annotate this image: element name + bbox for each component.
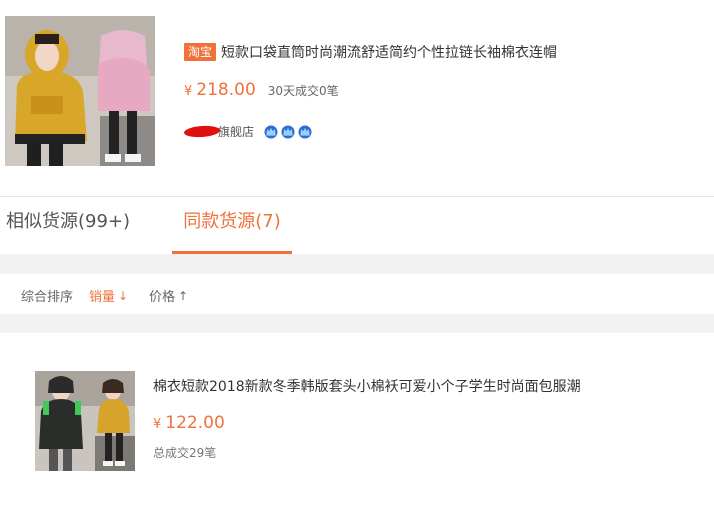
sort-sales-label: 销量 bbox=[89, 290, 116, 305]
section-divider bbox=[0, 314, 714, 333]
redaction-mark bbox=[183, 124, 221, 138]
sort-comprehensive[interactable]: 综合排序 bbox=[21, 286, 73, 305]
crown-icon bbox=[281, 125, 295, 139]
shop-level-crowns bbox=[263, 123, 313, 139]
top-product-title-row: 淘宝 短款口袋直筒时尚潮流舒适简约个性拉链长袖棉衣连帽 bbox=[184, 42, 557, 62]
currency-symbol: ¥ bbox=[153, 417, 162, 432]
shop-name[interactable]: 旗舰店 bbox=[218, 123, 254, 140]
result-product-sales: 总成交29笔 bbox=[153, 446, 217, 460]
top-product-image[interactable] bbox=[5, 16, 155, 166]
section-divider bbox=[0, 254, 714, 274]
sort-by-price[interactable]: 价格 ↑ bbox=[149, 286, 189, 306]
arrow-down-icon: ↓ bbox=[118, 288, 129, 303]
result-product-image[interactable] bbox=[35, 371, 135, 471]
list-item[interactable]: 棉衣短款2018新款冬季韩版套头小棉袄可爱小个子学生时尚面包服潮 ¥122.00… bbox=[0, 333, 714, 513]
crown-icon bbox=[298, 125, 312, 139]
sort-bar: 综合排序 销量 ↓ 价格 ↑ bbox=[0, 274, 714, 314]
top-product-price: ¥218.00 bbox=[184, 80, 256, 100]
source-tabs: 相似货源(99+) 同款货源(7) bbox=[0, 198, 714, 254]
tab-same-sources[interactable]: 同款货源(7) bbox=[172, 210, 292, 252]
sort-by-sales[interactable]: 销量 ↓ bbox=[89, 286, 129, 306]
result-product-title[interactable]: 棉衣短款2018新款冬季韩版套头小棉袄可爱小个子学生时尚面包服潮 bbox=[153, 376, 581, 396]
taobao-badge: 淘宝 bbox=[184, 43, 217, 61]
price-value: 218.00 bbox=[196, 80, 256, 100]
top-product-card: 淘宝 短款口袋直筒时尚潮流舒适简约个性拉链长袖棉衣连帽 ¥218.00 30天成… bbox=[0, 0, 714, 197]
arrow-up-icon: ↑ bbox=[178, 288, 189, 303]
shop-row: 旗舰店 bbox=[183, 121, 313, 141]
crown-icon bbox=[264, 125, 278, 139]
top-product-title[interactable]: 短款口袋直筒时尚潮流舒适简约个性拉链长袖棉衣连帽 bbox=[221, 42, 557, 62]
top-product-sales: 30天成交0笔 bbox=[267, 84, 339, 98]
price-value: 122.00 bbox=[165, 413, 225, 433]
sort-price-label: 价格 bbox=[149, 290, 176, 305]
top-product-price-row: ¥218.00 30天成交0笔 bbox=[184, 80, 339, 104]
tab-similar-sources[interactable]: 相似货源(99+) bbox=[6, 210, 130, 252]
currency-symbol: ¥ bbox=[184, 84, 193, 99]
sort-comprehensive-label: 综合排序 bbox=[21, 290, 74, 305]
result-product-price: ¥122.00 bbox=[153, 413, 225, 433]
